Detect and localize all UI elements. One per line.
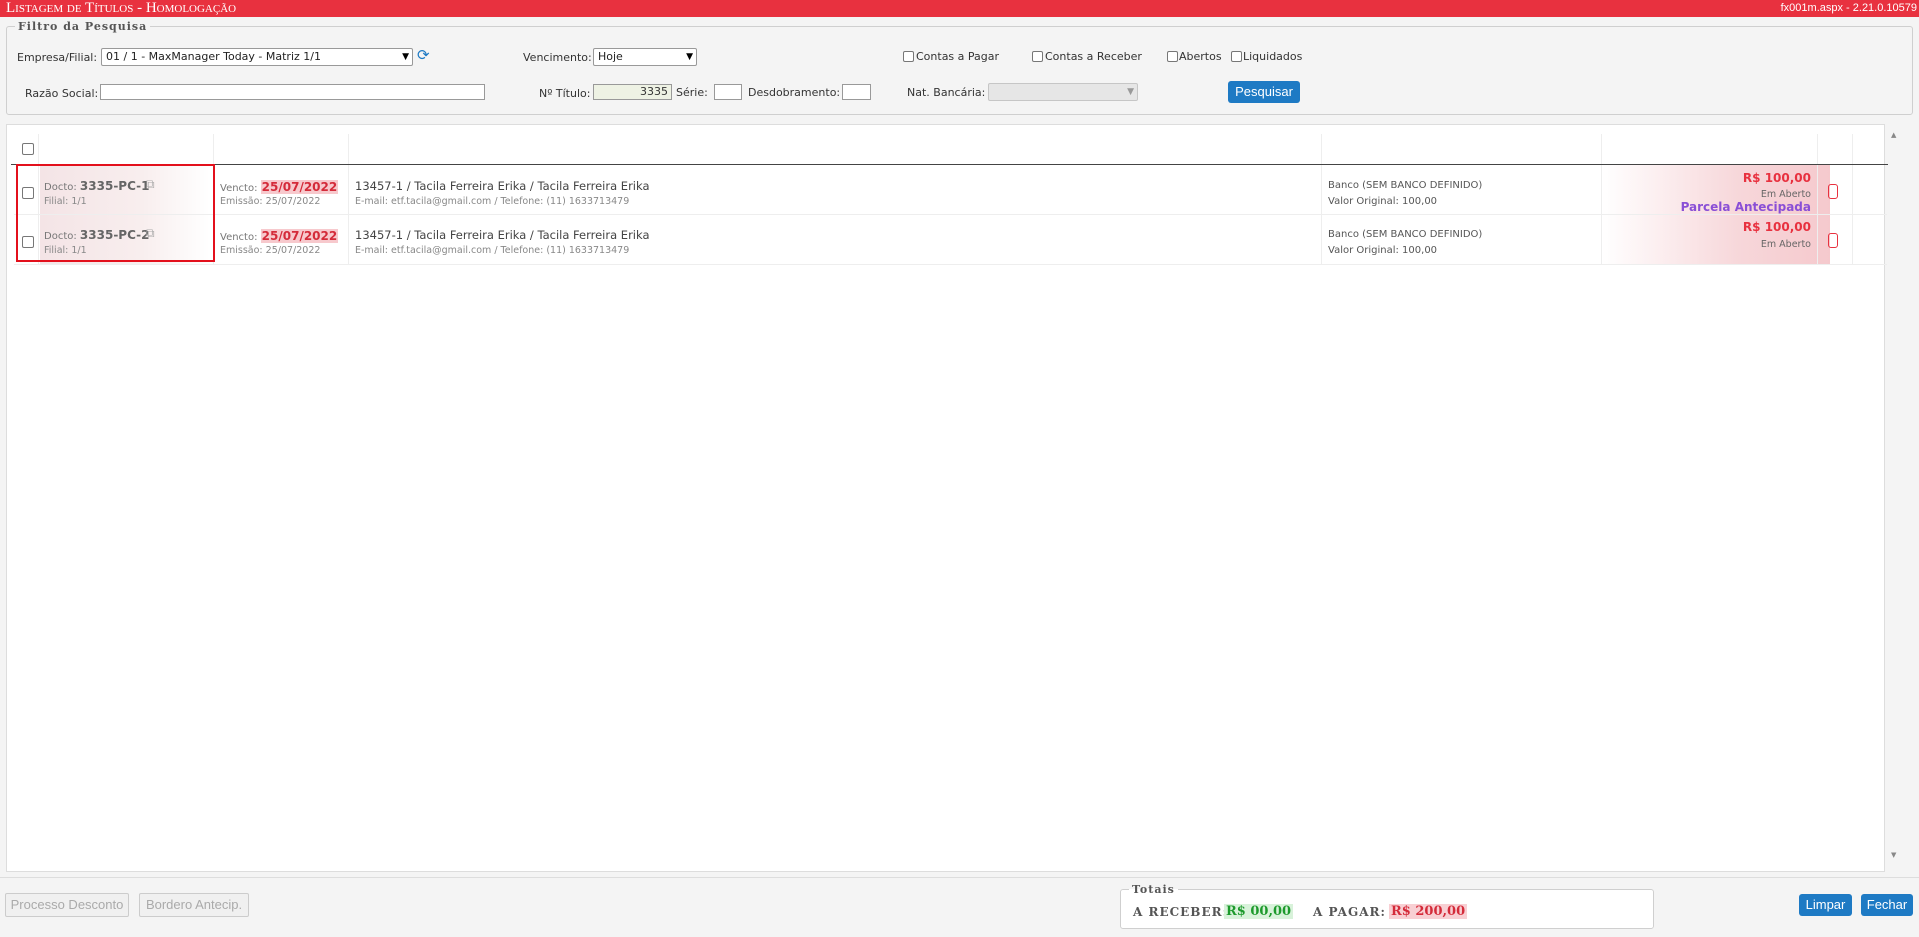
table-row[interactable]: Docto: 3335-PC-1 ⧉ Filial: 1/1 Vencto: 2… (14, 165, 1887, 215)
empresa-select[interactable]: 01 / 1 - MaxManager Today - Matriz 1/1 ▼ (101, 48, 413, 66)
vencto-text: Vencto: 25/07/2022 (220, 229, 339, 243)
liquidados-label: Liquidados (1243, 50, 1303, 63)
serie-input[interactable] (714, 84, 742, 100)
valor-original-text: Valor Original: 100,00 (1328, 245, 1438, 256)
emissao-text: Emissão: 25/07/2022 (220, 245, 321, 256)
scroll-up-icon[interactable]: ▲ (1891, 131, 1896, 139)
vencimento-select[interactable]: Hoje ▼ (593, 48, 697, 66)
highlight-box (16, 164, 215, 262)
pesquisar-button[interactable]: Pesquisar (1228, 81, 1300, 103)
totais-legend: Totais (1132, 883, 1175, 896)
header-separator (213, 134, 214, 164)
abertos-label: Abertos (1179, 50, 1222, 63)
empresa-select-value: 01 / 1 - MaxManager Today - Matriz 1/1 (106, 50, 321, 63)
window-title: Listagem de Títulos - Homologação (6, 0, 237, 16)
bordero-antecip-button[interactable]: Bordero Antecip. (139, 893, 249, 917)
chevron-down-icon: ▼ (1127, 87, 1134, 97)
banco-text: Banco (SEM BANCO DEFINIDO) (1328, 180, 1483, 191)
desdobramento-input[interactable] (842, 84, 871, 100)
contato-text: E-mail: etf.tacila@gmail.com / Telefone:… (355, 245, 630, 256)
status-text: Em Aberto (1760, 239, 1811, 250)
liquidados-checkbox[interactable] (1231, 51, 1242, 62)
table-row[interactable]: Docto: 3335-PC-2 ⧉ Filial: 1/1 Vencto: 2… (14, 215, 1887, 265)
cliente-text: 13457-1 / Tacila Ferreira Erika / Tacila… (355, 179, 650, 193)
filter-legend: Filtro da Pesquisa (18, 20, 148, 33)
column-separator (1321, 215, 1322, 264)
header-separator (348, 134, 349, 164)
cliente-text: 13457-1 / Tacila Ferreira Erika / Tacila… (355, 228, 650, 242)
limpar-button[interactable]: Limpar (1799, 894, 1852, 916)
refresh-icon[interactable]: ⟳ (417, 48, 430, 63)
column-separator (1601, 165, 1602, 214)
trash-icon[interactable] (1828, 184, 1838, 199)
vencimento-select-value: Hoje (598, 50, 623, 63)
column-separator (1817, 165, 1818, 214)
vencto-label: Vencto: (220, 232, 258, 243)
title-bar: Listagem de Títulos - Homologação fx001m… (0, 0, 1919, 17)
abertos-checkbox[interactable] (1167, 51, 1178, 62)
vencto-label: Vencto: (220, 183, 258, 194)
footer-divider (0, 877, 1919, 878)
razao-social-label: Razão Social: (25, 87, 99, 100)
column-separator (1852, 215, 1853, 264)
valor-text: R$ 100,00 (1742, 220, 1811, 234)
contas-pagar-checkbox[interactable] (903, 51, 914, 62)
vencto-date: 25/07/2022 (260, 229, 339, 243)
column-separator (348, 215, 349, 264)
column-separator (1601, 215, 1602, 264)
version-label: fx001m.aspx - 2.21.0.10579 (1780, 2, 1917, 14)
contas-pagar-label: Contas a Pagar (916, 50, 1000, 63)
filter-panel: Filtro da Pesquisa (6, 20, 1913, 115)
column-separator (1852, 165, 1853, 214)
chevron-down-icon: ▼ (402, 52, 409, 62)
a-receber-value: R$ 00,00 (1224, 904, 1294, 919)
valor-text: R$ 100,00 (1742, 171, 1811, 185)
desdobramento-label: Desdobramento: (748, 86, 841, 99)
status-text: Em Aberto (1760, 189, 1811, 200)
serie-label: Série: (676, 86, 708, 99)
column-separator (1321, 165, 1322, 214)
titulo-label: Nº Título: (539, 87, 591, 100)
column-separator (348, 165, 349, 214)
trash-icon[interactable] (1828, 233, 1838, 248)
contas-receber-checkbox[interactable] (1032, 51, 1043, 62)
header-separator (1321, 134, 1322, 164)
header-separator (38, 134, 39, 164)
vencimento-label: Vencimento: (523, 51, 592, 64)
chevron-down-icon: ▼ (686, 52, 693, 62)
titulo-input[interactable]: 3335 (593, 84, 672, 100)
vencto-date: 25/07/2022 (260, 180, 339, 194)
razao-social-input[interactable] (100, 84, 485, 100)
a-pagar-value: R$ 200,00 (1389, 904, 1468, 919)
scroll-down-icon[interactable]: ▼ (1891, 851, 1896, 859)
vencto-text: Vencto: 25/07/2022 (220, 180, 339, 194)
nat-bancaria-select[interactable]: ▼ (988, 83, 1138, 101)
banco-text: Banco (SEM BANCO DEFINIDO) (1328, 229, 1483, 240)
a-receber-label: A RECEBER: (1133, 905, 1228, 919)
nat-bancaria-label: Nat. Bancária: (907, 86, 986, 99)
select-all-checkbox[interactable] (22, 143, 34, 155)
header-separator (1852, 134, 1853, 164)
fechar-button[interactable]: Fechar (1861, 894, 1913, 916)
emissao-text: Emissão: 25/07/2022 (220, 196, 321, 207)
header-separator (1601, 134, 1602, 164)
valor-original-text: Valor Original: 100,00 (1328, 196, 1438, 207)
parcela-antecipada-badge: Parcela Antecipada (1680, 200, 1811, 214)
processo-desconto-button[interactable]: Processo Desconto (5, 893, 129, 917)
contas-receber-label: Contas a Receber (1045, 50, 1142, 63)
column-separator (1817, 215, 1818, 264)
empresa-label: Empresa/Filial: (17, 51, 98, 64)
header-separator (1817, 134, 1818, 164)
contato-text: E-mail: etf.tacila@gmail.com / Telefone:… (355, 196, 630, 207)
a-pagar-label: A PAGAR: (1313, 905, 1386, 919)
